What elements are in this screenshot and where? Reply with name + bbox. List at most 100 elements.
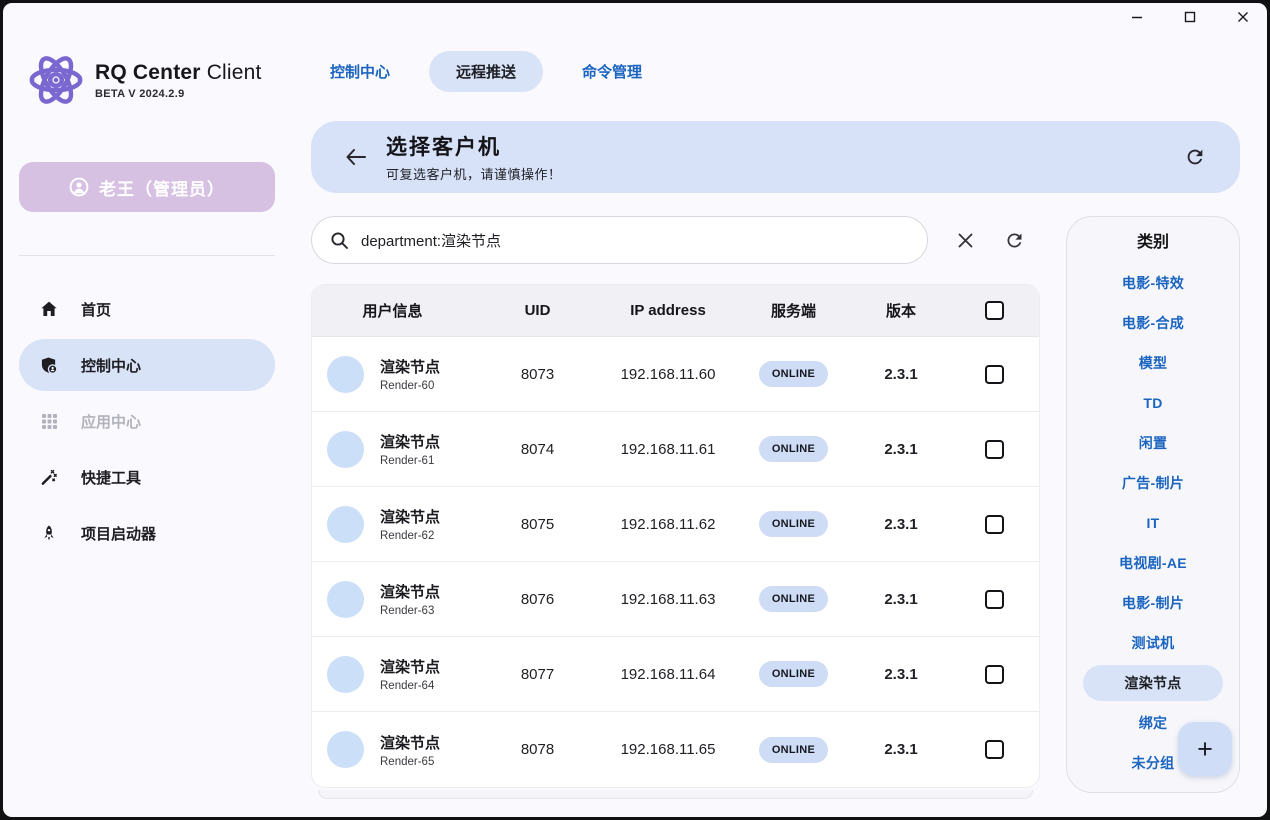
column-version: 版本 [853,300,949,321]
client-avatar [327,431,364,468]
row-checkbox[interactable] [985,740,1004,759]
column-uid: UID [473,302,602,319]
category-item[interactable]: 电视剧-AE [1067,543,1239,583]
table-scroll-peek [318,790,1033,799]
category-item[interactable]: IT [1067,503,1239,543]
status-badge: ONLINE [759,511,828,537]
row-checkbox[interactable] [985,440,1004,459]
sidebar-item-project-launcher[interactable]: 项目启动器 [19,507,275,559]
search-box[interactable] [311,216,928,264]
sidebar-item-label: 应用中心 [81,411,141,432]
sidebar-item-label: 控制中心 [81,355,141,376]
search-refresh-button[interactable] [1001,227,1027,253]
client-ip: 192.168.11.63 [602,591,734,608]
shield-admin-icon [40,356,58,374]
sidebar-item-quick-tools[interactable]: 快捷工具 [19,451,275,503]
status-badge: ONLINE [759,737,828,763]
magic-wand-icon [40,468,58,486]
category-item[interactable]: 电影-特效 [1067,263,1239,303]
sidebar-divider [19,255,275,256]
category-item[interactable]: 测试机 [1067,623,1239,663]
client-avatar [327,506,364,543]
client-ip: 192.168.11.60 [602,366,734,383]
row-checkbox[interactable] [985,365,1004,384]
category-item[interactable]: 广告-制片 [1067,463,1239,503]
client-ip: 192.168.11.61 [602,441,734,458]
client-name: 渲染节点 [380,356,440,377]
client-name: 渲染节点 [380,732,440,753]
client-ip: 192.168.11.62 [602,516,734,533]
client-avatar [327,581,364,618]
category-item[interactable]: 电影-合成 [1067,303,1239,343]
row-checkbox[interactable] [985,590,1004,609]
maximize-button[interactable] [1182,9,1198,25]
sidebar-item-label: 项目启动器 [81,523,156,544]
column-ip: IP address [602,302,734,319]
table-row[interactable]: 渲染节点 Render-63 8076 192.168.11.63 ONLINE… [312,562,1039,637]
client-hostname: Render-62 [380,530,440,542]
sidebar-item-app-center[interactable]: 应用中心 [19,395,275,447]
add-category-button[interactable]: + [1178,722,1232,776]
category-item[interactable]: 模型 [1067,343,1239,383]
client-uid: 8078 [473,741,602,758]
table-header: 用户信息 UID IP address 服务端 版本 [312,285,1039,337]
user-badge-label: 老王（管理员） [99,175,225,200]
client-name: 渲染节点 [380,656,440,677]
tab-command-manage[interactable]: 命令管理 [582,61,642,82]
client-hostname: Render-63 [380,605,440,617]
select-all-checkbox[interactable] [985,301,1004,320]
client-hostname: Render-60 [380,380,440,392]
search-row [311,216,1040,264]
category-item[interactable]: TD [1067,383,1239,423]
user-icon [69,177,89,197]
status-badge: ONLINE [759,586,828,612]
search-input[interactable] [361,232,909,249]
app-title: RQ Center Client [95,61,262,85]
app-window: RQ Center Client BETA V 2024.2.9 老王（管理员） [3,3,1267,817]
client-version: 2.3.1 [853,666,949,683]
category-panel-title: 类别 [1067,231,1239,255]
client-version: 2.3.1 [853,591,949,608]
client-name: 渲染节点 [380,581,440,602]
sidebar-item-home[interactable]: 首页 [19,283,275,335]
client-avatar [327,731,364,768]
client-hostname: Render-64 [380,680,440,692]
minimize-button[interactable] [1129,9,1145,25]
table-row[interactable]: 渲染节点 Render-65 8078 192.168.11.65 ONLINE… [312,712,1039,787]
client-uid: 8077 [473,666,602,683]
search-clear-button[interactable] [952,227,978,253]
tab-remote-push[interactable]: 远程推送 [429,51,543,92]
table-row[interactable]: 渲染节点 Render-61 8074 192.168.11.61 ONLINE… [312,412,1039,487]
page-header: 选择客户机 可复选客户机，请谨慎操作！ [311,121,1240,193]
row-checkbox[interactable] [985,665,1004,684]
client-uid: 8074 [473,441,602,458]
search-icon [330,231,349,250]
table-row[interactable]: 渲染节点 Render-60 8073 192.168.11.60 ONLINE… [312,337,1039,412]
client-uid: 8073 [473,366,602,383]
table-row[interactable]: 渲染节点 Render-62 8075 192.168.11.62 ONLINE… [312,487,1039,562]
client-table: 用户信息 UID IP address 服务端 版本 渲染节点 Render-6… [311,284,1040,788]
client-avatar [327,356,364,393]
category-item[interactable]: 闲置 [1067,423,1239,463]
category-item[interactable]: 渲染节点 [1083,665,1223,701]
back-button[interactable] [338,139,374,175]
header-refresh-button[interactable] [1178,140,1212,174]
page-title: 选择客户机 [386,131,562,161]
status-badge: ONLINE [759,661,828,687]
client-uid: 8076 [473,591,602,608]
client-ip: 192.168.11.65 [602,741,734,758]
category-item[interactable]: 电影-制片 [1067,583,1239,623]
home-icon [40,300,58,318]
tab-control-center[interactable]: 控制中心 [330,61,390,82]
category-panel: 类别 电影-特效 电影-合成 模型 TD 闲置 广告-制片 IT 电视剧-AE … [1066,216,1240,793]
close-button[interactable] [1235,9,1251,25]
atom-logo-icon [25,49,87,111]
user-badge[interactable]: 老王（管理员） [19,162,275,212]
grid-icon [40,412,58,430]
sidebar-item-control-center[interactable]: 控制中心 [19,339,275,391]
client-version: 2.3.1 [853,741,949,758]
client-hostname: Render-65 [380,756,440,768]
row-checkbox[interactable] [985,515,1004,534]
column-server: 服务端 [734,300,853,321]
table-row[interactable]: 渲染节点 Render-64 8077 192.168.11.64 ONLINE… [312,637,1039,712]
